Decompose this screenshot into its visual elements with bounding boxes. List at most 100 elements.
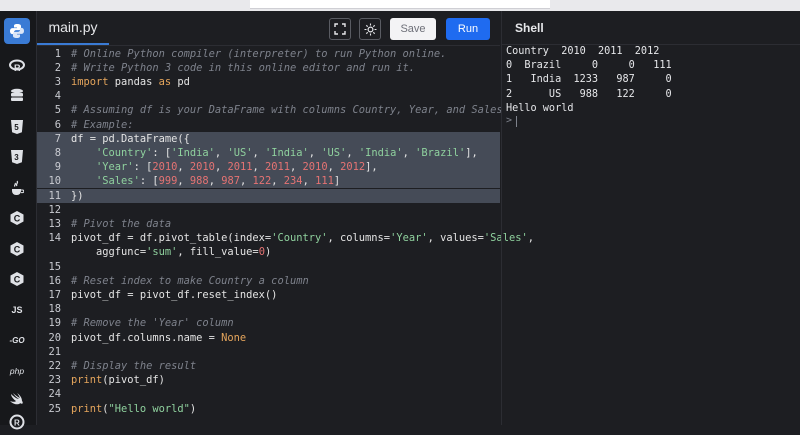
swift-icon[interactable] (4, 385, 30, 411)
csharp-icon[interactable]: C (4, 266, 30, 292)
code-token: import (71, 75, 109, 88)
r-icon[interactable]: R (4, 53, 30, 79)
code-token: , (308, 146, 322, 159)
theme-toggle-icon[interactable] (359, 18, 381, 40)
code-token: ) (264, 246, 272, 259)
fullscreen-icon[interactable] (329, 18, 351, 40)
code-line[interactable]: 25 print("Hello world") (37, 402, 500, 416)
javascript-icon[interactable]: JS (4, 297, 30, 323)
database-icon[interactable] (4, 83, 30, 109)
code-token: , (252, 146, 265, 159)
code-token: 'US' (321, 146, 347, 159)
shell-output[interactable]: > Country 2010 2011 2012 0 Brazil 0 0 111… (501, 45, 800, 425)
c-icon[interactable]: C (4, 205, 30, 231)
code-token: 2010 (302, 161, 328, 174)
code-token: , (290, 161, 303, 174)
code-token: , columns= (327, 232, 391, 245)
code-line[interactable]: 2 # Write Python 3 code in this online ed… (37, 61, 500, 75)
line-number: 23 (48, 374, 61, 387)
code-line[interactable]: 20 pivot_df.columns.name = None (37, 331, 500, 345)
css3-icon[interactable]: 3 (4, 144, 30, 170)
code-line[interactable]: 5 # Assuming df is your DataFrame with co… (37, 103, 503, 117)
code-line[interactable]: 23 print(pivot_df) (37, 373, 500, 387)
code-line[interactable]: 22 # Display the result (37, 359, 500, 373)
php-icon[interactable]: php (4, 358, 30, 384)
code-editor[interactable]: 1 # Online Python compiler (interpreter) … (37, 45, 534, 425)
svg-text:5: 5 (14, 123, 19, 132)
line-number: 17 (48, 288, 61, 301)
code-text: print("Hello world") (71, 402, 196, 416)
code-token: , (214, 146, 228, 159)
code-token: print (71, 402, 103, 415)
browser-strip (0, 0, 800, 11)
code-token: , (239, 175, 253, 188)
code-token: pivot_df = df.pivot_table(index= (71, 232, 272, 245)
shell-prompt: > (506, 115, 513, 126)
code-line[interactable]: 16 # Reset index to make Country a column (37, 274, 500, 288)
code-token: "Hello world" (108, 402, 190, 415)
line-number: 11 (48, 189, 61, 202)
code-line[interactable]: 19 # Remove the 'Year' column (37, 316, 500, 330)
python-icon[interactable] (4, 18, 30, 44)
shell-output-line: 1 India 1233 987 0 (506, 74, 672, 86)
svg-text:R: R (14, 419, 20, 428)
line-number: 10 (48, 175, 61, 188)
line-number: 7 (54, 132, 61, 145)
browser-notch (250, 0, 550, 9)
code-line[interactable]: aggfunc='sum', fill_value=0) (37, 245, 500, 259)
html5-icon[interactable]: 5 (4, 114, 30, 140)
code-token: 'Country' (271, 232, 328, 245)
code-token: (pivot_df) (102, 374, 165, 387)
code-token: }) (71, 189, 84, 202)
rust-icon[interactable]: R (4, 409, 30, 435)
code-line[interactable]: 15 (37, 260, 500, 274)
run-button[interactable]: Run (446, 18, 490, 40)
code-token: 'Year' (390, 232, 428, 245)
line-number: 4 (54, 90, 61, 103)
code-token: df = pd.DataFrame({ (71, 132, 190, 145)
code-text: # Example: (71, 118, 134, 132)
go-icon[interactable]: -GO (4, 327, 30, 353)
code-line[interactable]: 6 # Example: (37, 118, 500, 132)
line-number: 24 (48, 388, 61, 401)
code-token: # Write Python 3 code in this online edi… (71, 61, 416, 74)
code-text: aggfunc='sum', fill_value=0) (71, 245, 271, 259)
tab-main-py[interactable]: main.py (37, 11, 109, 45)
java-icon[interactable] (4, 175, 30, 201)
code-text: print(pivot_df) (71, 373, 165, 387)
cpp-icon[interactable]: C (4, 236, 30, 262)
code-token: pd (171, 75, 190, 88)
code-line[interactable]: 7 df = pd.DataFrame({ (37, 131, 500, 146)
code-line[interactable]: 1 # Online Python compiler (interpreter) … (37, 47, 500, 61)
code-text: # Remove the 'Year' column (71, 316, 234, 330)
code-line[interactable]: 13 # Pivot the data (37, 217, 500, 231)
code-token: 234 (283, 175, 303, 188)
code-line[interactable]: 18 (37, 302, 500, 316)
code-line[interactable]: 17 pivot_df = pivot_df.reset_index() (37, 288, 500, 302)
code-token: pivot_df.columns.name = (71, 331, 222, 344)
code-token: # Reset index to make Country a column (71, 274, 309, 287)
code-line[interactable]: 8 'Country': ['India', 'US', 'India', 'U… (37, 145, 500, 161)
code-text: # Online Python compiler (interpreter) t… (71, 47, 446, 61)
code-line[interactable]: 24 (37, 387, 500, 401)
code-token: ) (189, 402, 197, 415)
shell-output-line: 0 Brazil 0 0 111 (506, 60, 672, 72)
code-token: , (214, 161, 228, 174)
svg-text:3: 3 (14, 153, 19, 162)
code-line[interactable]: 21 (37, 345, 500, 359)
svg-text:C: C (14, 244, 21, 254)
code-token: , (208, 175, 222, 188)
code-line[interactable]: 10 'Sales': [999, 988, 987, 122, 234, 11… (37, 174, 500, 189)
code-text: import pandas as pd (71, 75, 190, 89)
code-line[interactable]: 12 (37, 203, 500, 217)
code-line[interactable]: 9 'Year': [2010, 2010, 2011, 2011, 2010,… (37, 160, 500, 175)
line-number: 5 (54, 104, 61, 117)
code-line[interactable]: 4 (37, 89, 500, 103)
language-sidebar: R 5 3 C C C JS -GO php R (0, 11, 37, 430)
code-text: 'Sales': [999, 988, 987, 122, 234, 111] (71, 174, 340, 188)
code-line[interactable]: 3 import pandas as pd (37, 75, 500, 89)
code-line[interactable]: 11}) (37, 188, 500, 203)
save-button[interactable]: Save (390, 18, 436, 40)
code-token: ] (333, 175, 341, 188)
code-line[interactable]: 14 pivot_df = df.pivot_table(index='Count… (37, 231, 534, 245)
